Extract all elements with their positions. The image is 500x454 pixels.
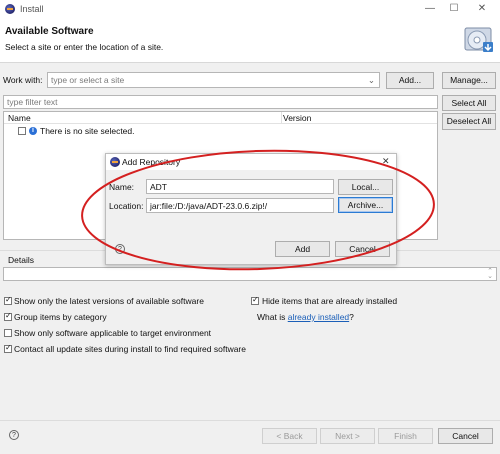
annotation-ellipse bbox=[81, 149, 435, 271]
